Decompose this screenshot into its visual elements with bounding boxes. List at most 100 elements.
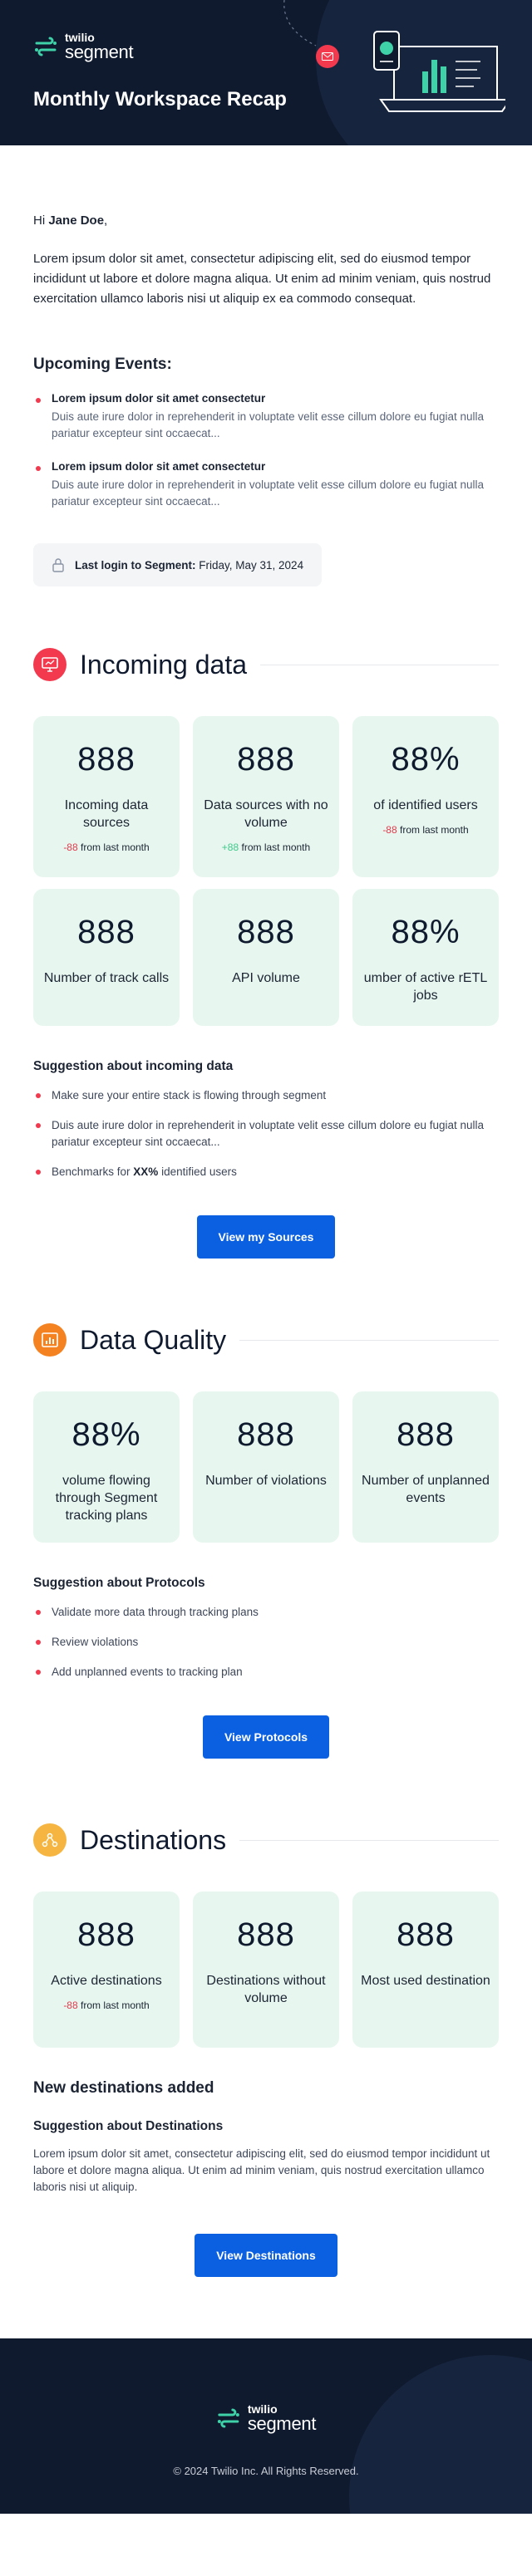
page-title: Monthly Workspace Recap [33, 88, 287, 110]
suggestion-title: Suggestion about Destinations [33, 2119, 224, 2133]
greeting: Hi Jane Doe, [33, 213, 499, 228]
data-quality-header: Data Quality [33, 1323, 499, 1357]
mail-icon [316, 45, 339, 68]
stat-card-track-calls: 888 Number of track calls [33, 889, 180, 1026]
stat-delta: -88 from last month [33, 1999, 180, 2011]
stat-card-incoming-sources: 888 Incoming data sources -88 from last … [33, 716, 180, 877]
view-destinations-button[interactable]: View Destinations [195, 2234, 337, 2277]
cta-wrap: View Destinations [33, 2234, 499, 2277]
footer-logo[interactable]: twilio segment [216, 2403, 316, 2433]
suggestion-text: Benchmarks for [52, 1165, 134, 1178]
stat-label: Destinations without volume [206, 1974, 326, 2005]
stat-value: 88% [391, 741, 461, 778]
stat-label: Data sources with no volume [204, 798, 328, 830]
event-item[interactable]: Lorem ipsum dolor sit amet consectetur D… [33, 460, 499, 510]
suggestion-item: Benchmarks for XX% identified users [33, 1164, 499, 1180]
twilio-segment-logo[interactable]: twilio segment [33, 32, 134, 62]
cta-wrap: View Protocols [33, 1715, 499, 1759]
suggestion-item: Duis aute irure dolor in reprehenderit i… [33, 1117, 499, 1151]
suggestion-item: Review violations [33, 1634, 499, 1651]
event-item[interactable]: Lorem ipsum dolor sit amet consectetur D… [33, 392, 499, 442]
stat-value: 888 [237, 741, 295, 778]
section-divider [239, 1839, 499, 1841]
stat-label: Most used destination [361, 1974, 490, 1988]
last-login-date: Friday, May 31, 2024 [195, 558, 304, 572]
event-description: Duis aute irure dolor in reprehenderit i… [52, 410, 485, 439]
monitor-icon [33, 648, 66, 681]
suggestion-text: identified users [158, 1165, 237, 1178]
suggestion-title: Suggestion about incoming data [33, 1059, 234, 1073]
bar-chart-icon [33, 1323, 66, 1357]
event-title: Lorem ipsum dolor sit amet consectetur [52, 460, 266, 473]
stat-card-tracking-plan-volume: 88% volume flowing through Segment track… [33, 1391, 180, 1543]
segment-logo-icon [35, 37, 57, 56]
intro-paragraph: Lorem ipsum dolor sit amet, consectetur … [33, 252, 491, 306]
suggestion-item: Validate more data through tracking plan… [33, 1604, 499, 1621]
stat-label: umber of active rETL jobs [363, 971, 488, 1003]
delta-text: from last month [397, 824, 469, 836]
view-protocols-button[interactable]: View Protocols [202, 1715, 330, 1759]
email-header: twilio segment Monthly Workspace Recap [0, 0, 532, 145]
suggestion-item: Add unplanned events to tracking plan [33, 1664, 499, 1681]
stat-delta: -88 from last month [33, 841, 180, 853]
suggestion-paragraph: Lorem ipsum dolor sit amet, consectetur … [33, 2147, 490, 2193]
email-body: Hi Jane Doe, Lorem ipsum dolor sit amet,… [0, 213, 532, 2277]
stat-card-identified-users: 88% of identified users -88 from last mo… [352, 716, 499, 877]
destinations-header: Destinations [33, 1823, 499, 1857]
quality-stats-grid: 88% volume flowing through Segment track… [33, 1391, 499, 1543]
recipient-name: Jane Doe [48, 213, 105, 228]
view-sources-button[interactable]: View my Sources [196, 1215, 336, 1259]
stat-value: 888 [77, 914, 135, 950]
stat-value: 888 [237, 914, 295, 950]
suggestion-item: Make sure your entire stack is flowing t… [33, 1087, 499, 1104]
network-icon [33, 1823, 66, 1857]
stat-value: 888 [237, 1416, 295, 1453]
stat-delta: +88 from last month [193, 841, 339, 853]
section-title: Incoming data [80, 649, 248, 680]
new-destinations-title: New destinations added [33, 2079, 214, 2097]
stat-label: Number of unplanned events [362, 1474, 490, 1505]
footer-decoration [349, 2355, 532, 2514]
section-divider [239, 1339, 499, 1341]
delta-text: from last month [77, 1999, 150, 2011]
stat-card-most-used-destination: 888 Most used destination [352, 1892, 499, 2048]
stat-value: 888 [397, 1916, 455, 1953]
stat-value: 888 [237, 1916, 295, 1953]
suggestion-title: Suggestion about Protocols [33, 1576, 205, 1590]
last-login-box: Last login to Segment: Friday, May 31, 2… [33, 543, 323, 586]
upcoming-events-title: Upcoming Events: [33, 356, 172, 373]
stat-card-active-destinations: 888 Active destinations -88 from last mo… [33, 1892, 180, 2048]
stat-label: volume flowing through Segment tracking … [55, 1474, 158, 1523]
logo-segment-text: segment [65, 42, 134, 62]
email-footer: twilio segment © 2024 Twilio Inc. All Ri… [0, 2338, 532, 2514]
stat-value: 888 [77, 1916, 135, 1953]
delta-value: +88 [221, 841, 239, 853]
stat-delta: -88 from last month [352, 824, 499, 836]
event-description: Duis aute irure dolor in reprehenderit i… [52, 478, 485, 508]
stat-card-api-volume: 888 API volume [193, 889, 339, 1026]
destinations-stats-grid: 888 Active destinations -88 from last mo… [33, 1892, 499, 2048]
cta-wrap: View my Sources [33, 1215, 499, 1259]
logo-segment-text: segment [247, 2413, 317, 2434]
section-title: Data Quality [80, 1324, 227, 1355]
incoming-stats-grid: 888 Incoming data sources -88 from last … [33, 716, 499, 1026]
delta-value: -88 [63, 841, 78, 853]
stat-card-no-volume-sources: 888 Data sources with no volume +88 from… [193, 716, 339, 877]
stat-label: Incoming data sources [64, 798, 149, 830]
event-title: Lorem ipsum dolor sit amet consectetur [52, 392, 266, 405]
greeting-suffix: , [104, 213, 108, 228]
delta-text: from last month [77, 841, 150, 853]
benchmark-value: XX% [133, 1165, 159, 1178]
stat-label: Number of track calls [43, 971, 170, 985]
section-title: Destinations [80, 1824, 227, 1855]
stat-card-retl-jobs: 88% umber of active rETL jobs [352, 889, 499, 1026]
stat-value: 888 [77, 741, 135, 778]
dashed-path-decoration [283, 0, 317, 47]
delta-value: -88 [63, 1999, 78, 2011]
stat-value: 88% [391, 914, 461, 950]
stat-card-unplanned-events: 888 Number of unplanned events [352, 1391, 499, 1543]
segment-logo-icon [217, 2408, 239, 2428]
stat-card-destinations-no-volume: 888 Destinations without volume [193, 1892, 339, 2048]
delta-text: from last month [239, 841, 311, 853]
greeting-prefix: Hi [33, 213, 49, 228]
